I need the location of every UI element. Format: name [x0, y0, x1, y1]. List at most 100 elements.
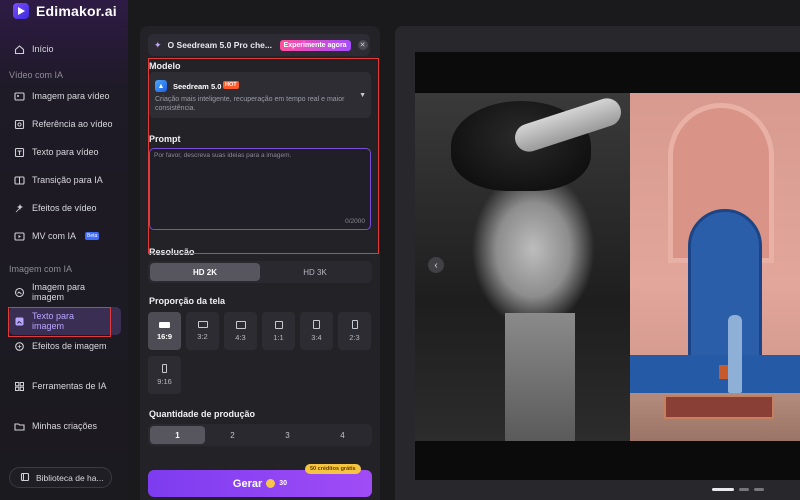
- sidebar-item-label: Transição para IA: [32, 175, 103, 185]
- library-label: Biblioteca de ha...: [36, 472, 104, 483]
- aspect-option-2-3[interactable]: 2:3: [338, 312, 371, 350]
- aspect-option-label: 9:16: [157, 377, 172, 386]
- sidebar-item-image-effects[interactable]: Efeitos de imagem: [9, 335, 121, 357]
- promo-banner[interactable]: ✦ O Seedream 5.0 Pro che... Experimente …: [148, 34, 370, 56]
- aspect-option-label: 16:9: [156, 331, 172, 341]
- generate-label: Gerar: [232, 477, 263, 490]
- aspect-option-16-9[interactable]: 16:9: [148, 312, 181, 350]
- prompt-input[interactable]: [154, 152, 366, 212]
- aspect-3-4-icon: [313, 320, 320, 329]
- section-title-image: Imagem com IA: [9, 264, 73, 274]
- model-description: Criação mais inteligente, recuperação em…: [155, 96, 345, 112]
- section-title-video: Vídeo com IA: [9, 70, 64, 80]
- home-icon: [14, 44, 25, 55]
- image-effects-icon: [14, 341, 25, 352]
- sidebar-item-label: MV com IA: [32, 231, 77, 241]
- app-window: Edimakor.ai Início Vídeo com IA Imagem p…: [0, 0, 800, 500]
- sidebar-item-label: Ferramentas de IA: [32, 381, 107, 391]
- resolution-toggle: HD 2K HD 3K: [148, 261, 372, 283]
- model-label: Modelo: [149, 61, 181, 71]
- aspect-3-2-icon: [197, 321, 208, 328]
- aspect-option-3-2[interactable]: 3:2: [186, 312, 219, 350]
- quantity-selector: 1 2 3 4: [148, 424, 372, 446]
- portrait-image: [415, 93, 630, 441]
- chevron-down-icon: ▼: [359, 92, 366, 99]
- sidebar-item-ai-tools[interactable]: Ferramentas de IA: [9, 375, 121, 397]
- aspect-option-3-4[interactable]: 3:4: [300, 312, 333, 350]
- credit-coin-icon: [266, 479, 276, 488]
- carousel-dot[interactable]: [754, 488, 764, 491]
- carousel-dot-active[interactable]: [712, 488, 734, 491]
- model-name: Seedream 5.0: [173, 82, 222, 91]
- text-to-image-icon: [14, 316, 25, 327]
- quantity-label: Quantidade de produção: [149, 409, 256, 419]
- edimakor-logo-icon: [13, 3, 29, 19]
- library-icon: [20, 472, 30, 484]
- portrait-neck: [505, 313, 575, 441]
- generate-button[interactable]: Gerar 30: [148, 470, 372, 497]
- transition-icon: [14, 175, 25, 186]
- sidebar-item-label: Texto para imagem: [32, 311, 75, 331]
- aspect-option-label: 3:2: [197, 332, 208, 341]
- effects-icon: [14, 203, 25, 214]
- sidebar-item-label: Minhas criações: [32, 421, 98, 431]
- aspect-option-1-1[interactable]: 1:1: [262, 312, 295, 350]
- quantity-option-4[interactable]: 4: [315, 426, 370, 444]
- room-wainscot: [630, 355, 800, 393]
- sidebar-item-image-to-video[interactable]: Imagem para vídeo: [9, 85, 121, 107]
- aspect-option-label: 1:1: [273, 332, 284, 342]
- folder-icon: [14, 421, 25, 432]
- prompt-label: Prompt: [149, 134, 181, 144]
- quantity-option-1[interactable]: 1: [150, 426, 205, 444]
- seedream-logo-icon: ▲: [155, 80, 167, 92]
- aspect-option-4-3[interactable]: 4:3: [224, 312, 257, 350]
- chevron-left-icon[interactable]: ‹: [428, 257, 444, 273]
- quantity-option-2[interactable]: 2: [205, 426, 260, 444]
- resolution-option-3k[interactable]: HD 3K: [260, 263, 370, 281]
- aspect-option-label: 4:3: [235, 332, 246, 342]
- sidebar-item-image-to-image[interactable]: Imagem para imagem: [9, 278, 121, 306]
- sidebar-item-text-to-video[interactable]: Texto para vídeo: [9, 141, 121, 163]
- aspect-option-label: 3:4: [311, 333, 322, 342]
- sidebar-item-label: Imagem para imagem: [32, 282, 86, 302]
- sidebar-item-label: Imagem para vídeo: [32, 91, 110, 101]
- sidebar-item-ai-mv[interactable]: MV com IA Beta: [9, 225, 121, 247]
- app-logo[interactable]: Edimakor.ai: [13, 3, 117, 19]
- sparkle-icon: ✦: [154, 39, 162, 50]
- app-title: Edimakor.ai: [36, 3, 117, 19]
- aspect-16-9-icon: [159, 321, 170, 328]
- aspect-option-9-16[interactable]: 9:16: [148, 356, 181, 394]
- sidebar-item-text-to-image[interactable]: Texto para imagem: [9, 307, 121, 335]
- hot-badge: HOT: [223, 81, 239, 89]
- room-suitcase: [719, 365, 728, 379]
- try-now-button[interactable]: Experimente agora: [279, 39, 351, 51]
- aspect-9-16-icon: [162, 364, 167, 373]
- library-button[interactable]: Biblioteca de ha...: [9, 467, 112, 488]
- aspect-4-3-icon: [235, 320, 246, 329]
- aspect-1-1-icon: [274, 320, 283, 329]
- sidebar-item-reference-to-video[interactable]: Referência ao vídeo: [9, 113, 121, 135]
- text-video-icon: [14, 147, 25, 158]
- free-credits-badge: 50 créditos grátis: [305, 464, 361, 474]
- tools-grid-icon: [14, 381, 25, 392]
- sidebar-item-video-effects[interactable]: Efeitos de vídeo: [9, 197, 121, 219]
- sidebar-item-label: Efeitos de vídeo: [32, 203, 97, 213]
- resolution-label: Resolução: [149, 247, 195, 255]
- resolution-option-2k[interactable]: HD 2K: [150, 263, 260, 281]
- sidebar-item-ai-transition[interactable]: Transição para IA: [9, 169, 121, 191]
- beta-badge: Beta: [85, 232, 100, 240]
- image-to-image-icon: [14, 287, 25, 298]
- model-selector[interactable]: ▲ Seedream 5.0 HOT Criação mais intelige…: [149, 72, 371, 118]
- carousel-dot[interactable]: [739, 488, 749, 491]
- aspect-2-3-icon: [351, 320, 358, 329]
- prompt-box: 0/2000: [149, 148, 371, 230]
- reference-icon: [14, 119, 25, 130]
- close-icon[interactable]: ✕: [357, 40, 368, 50]
- mv-icon: [14, 231, 25, 242]
- sidebar-item-my-creations[interactable]: Minhas criações: [9, 415, 121, 437]
- quantity-option-3[interactable]: 3: [260, 426, 315, 444]
- banner-text: O Seedream 5.0 Pro che...: [167, 40, 272, 50]
- sidebar-item-label: Início: [32, 44, 54, 54]
- sidebar-item-home[interactable]: Início: [9, 38, 121, 60]
- aspect-option-label: 2:3: [349, 333, 360, 342]
